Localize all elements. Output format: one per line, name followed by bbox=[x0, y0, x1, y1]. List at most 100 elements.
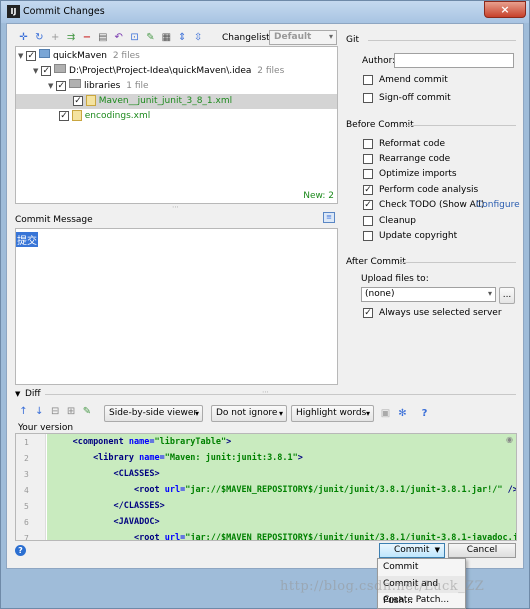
group-icon[interactable]: ▤ bbox=[96, 31, 109, 44]
prev-change-icon[interactable]: ↑ bbox=[17, 405, 30, 418]
after-commit-title: After Commit bbox=[346, 257, 406, 267]
edit-source-icon[interactable]: ✎ bbox=[144, 31, 157, 44]
expand-all-icon[interactable]: ⇕ bbox=[176, 31, 189, 44]
tree-node-encodings-xml[interactable]: ✓ encodings.xml bbox=[59, 109, 150, 124]
checkbox-icon[interactable]: ✓ bbox=[56, 81, 67, 91]
your-version-label: Your version bbox=[18, 423, 74, 433]
window-title: Commit Changes bbox=[23, 6, 105, 17]
close-window-button[interactable]: × bbox=[484, 1, 526, 18]
eye-icon[interactable]: ◉ bbox=[506, 435, 513, 444]
checkbox-icon[interactable]: ✓ bbox=[26, 51, 37, 61]
code-line: <JAVADOC> bbox=[47, 514, 516, 530]
chevron-down-icon[interactable]: ▼ bbox=[435, 544, 440, 557]
checkbox-icon[interactable]: ✓ bbox=[41, 66, 52, 76]
folder-icon bbox=[69, 79, 82, 88]
after-commit-separator bbox=[399, 262, 516, 263]
diff-editor[interactable]: 1 2 3 4 5 6 7 <component name="libraryTa… bbox=[15, 433, 517, 541]
menu-item-create-patch[interactable]: Create Patch... bbox=[378, 592, 465, 609]
always-use-server-checkbox[interactable]: ✓ bbox=[363, 307, 373, 318]
check-todo-checkbox[interactable]: ✓ bbox=[363, 199, 373, 210]
reformat-code-option[interactable]: Reformat code bbox=[363, 138, 445, 150]
prev-file-icon[interactable]: ⊟ bbox=[49, 405, 62, 418]
tree-node-idea-dir[interactable]: ▼ ✓ D:\Project\Project-Idea\quickMaven\.… bbox=[33, 64, 284, 79]
reformat-code-checkbox[interactable] bbox=[363, 138, 373, 149]
code-token: <root bbox=[134, 533, 165, 541]
tree-node-project[interactable]: ▼ ✓ quickMaven 2 files bbox=[18, 49, 140, 64]
collapse-arrow-icon[interactable]: ▼ bbox=[18, 52, 23, 60]
lock-icon[interactable]: ▣ bbox=[379, 407, 392, 420]
commit-message-textarea[interactable]: 提交 bbox=[15, 228, 338, 385]
help-icon[interactable]: ? bbox=[418, 407, 431, 420]
browse-servers-button[interactable]: ... bbox=[499, 287, 515, 304]
code-analysis-checkbox[interactable]: ✓ bbox=[363, 184, 373, 195]
configure-link[interactable]: Configure bbox=[476, 200, 520, 210]
gear-icon[interactable]: ✻ bbox=[396, 407, 409, 420]
before-commit-title: Before Commit bbox=[346, 120, 414, 130]
code-line: <root url="jar://$MAVEN_REPOSITORY$/juni… bbox=[47, 482, 516, 498]
cleanup-option[interactable]: Cleanup bbox=[363, 215, 416, 227]
checkbox-icon[interactable]: ✓ bbox=[59, 111, 69, 121]
changelist-label: Changelist: bbox=[222, 33, 273, 43]
code-line: <root url="jar://$MAVEN_REPOSITORY$/juni… bbox=[47, 530, 516, 541]
author-input[interactable] bbox=[394, 53, 514, 68]
menu-item-commit[interactable]: Commit bbox=[378, 559, 465, 576]
code-token: url= bbox=[164, 485, 186, 495]
splitter-handle[interactable]: ⋯ bbox=[262, 388, 269, 396]
tree-node-junit-xml[interactable]: ✓ Maven__junit_junit_3_8_1.xml bbox=[16, 94, 337, 109]
code-analysis-option[interactable]: ✓ Perform code analysis bbox=[363, 184, 478, 196]
line-number-gutter: 1 2 3 4 5 6 7 bbox=[16, 434, 46, 540]
next-change-icon[interactable]: ↓ bbox=[33, 405, 46, 418]
cancel-button[interactable]: Cancel bbox=[448, 543, 516, 558]
signoff-commit-checkbox[interactable] bbox=[363, 92, 373, 103]
checkbox-icon[interactable]: ✓ bbox=[73, 96, 83, 106]
rearrange-code-option[interactable]: Rearrange code bbox=[363, 153, 450, 165]
update-copyright-option[interactable]: Update copyright bbox=[363, 230, 457, 242]
rollback-icon[interactable]: ↶ bbox=[112, 31, 125, 44]
optimize-imports-checkbox[interactable] bbox=[363, 168, 373, 179]
author-label: Author: bbox=[362, 56, 396, 66]
open-editor-icon[interactable]: ✎ bbox=[81, 405, 94, 418]
move-icon[interactable]: ⇉ bbox=[65, 31, 78, 44]
refresh-icon[interactable]: ↻ bbox=[33, 31, 46, 44]
chevron-down-icon: ▾ bbox=[194, 409, 199, 418]
code-line: </CLASSES> bbox=[47, 498, 516, 514]
remove-icon[interactable]: − bbox=[81, 31, 94, 44]
add-icon[interactable]: + bbox=[49, 31, 62, 44]
code-token: </CLASSES> bbox=[113, 501, 165, 511]
undo-icon[interactable]: ⊡ bbox=[128, 31, 141, 44]
collapse-all-icon[interactable]: ⇳ bbox=[192, 31, 205, 44]
changes-tree[interactable]: ▼ ✓ quickMaven 2 files ▼ ✓ D:\Project\Pr… bbox=[15, 46, 338, 204]
commit-button[interactable]: Commit ▼ bbox=[379, 543, 445, 558]
code-line: <library name="Maven: junit:junit:3.8.1"… bbox=[47, 450, 516, 466]
diff-collapse-arrow-icon[interactable]: ▼ bbox=[15, 390, 20, 398]
amend-commit-option[interactable]: Amend commit bbox=[363, 74, 448, 86]
highlight-dropdown[interactable]: Highlight words ▾ bbox=[291, 405, 374, 422]
tree-node-libraries[interactable]: ▼ ✓ libraries 1 file bbox=[48, 79, 149, 94]
collapse-arrow-icon[interactable]: ▼ bbox=[48, 82, 53, 90]
whitespace-dropdown[interactable]: Do not ignore ▾ bbox=[211, 405, 287, 422]
help-icon[interactable]: ? bbox=[15, 545, 26, 556]
cleanup-checkbox[interactable] bbox=[363, 215, 373, 226]
chevron-down-icon: ▾ bbox=[487, 289, 492, 298]
show-flatten-icon[interactable]: ▦ bbox=[160, 31, 173, 44]
code-line: <component name="libraryTable"> bbox=[47, 434, 516, 450]
show-diff-icon[interactable]: ✛ bbox=[17, 31, 30, 44]
rearrange-code-checkbox[interactable] bbox=[363, 153, 373, 164]
diff-separator bbox=[45, 394, 516, 395]
check-todo-option[interactable]: ✓ Check TODO (Show All) bbox=[363, 199, 484, 211]
next-file-icon[interactable]: ⊞ bbox=[65, 405, 78, 418]
viewer-mode-dropdown[interactable]: Side-by-side viewer ▾ bbox=[104, 405, 203, 422]
watermark: http://blog.csdn.net/Luck_ZZ bbox=[280, 579, 485, 594]
signoff-commit-option[interactable]: Sign-off commit bbox=[363, 92, 451, 104]
message-history-icon[interactable]: ≡ bbox=[323, 212, 335, 223]
code-token: /> bbox=[507, 485, 516, 495]
always-use-server-option[interactable]: ✓ Always use selected server bbox=[363, 307, 502, 319]
collapse-arrow-icon[interactable]: ▼ bbox=[33, 67, 38, 75]
update-copyright-checkbox[interactable] bbox=[363, 230, 373, 241]
amend-commit-checkbox[interactable] bbox=[363, 74, 373, 85]
line-number: 2 bbox=[24, 454, 29, 463]
splitter-handle[interactable]: ⋯ bbox=[172, 203, 179, 211]
changelist-dropdown[interactable]: Default ▾ bbox=[269, 30, 337, 45]
upload-server-dropdown[interactable]: (none) ▾ bbox=[361, 287, 496, 302]
optimize-imports-option[interactable]: Optimize imports bbox=[363, 168, 457, 180]
